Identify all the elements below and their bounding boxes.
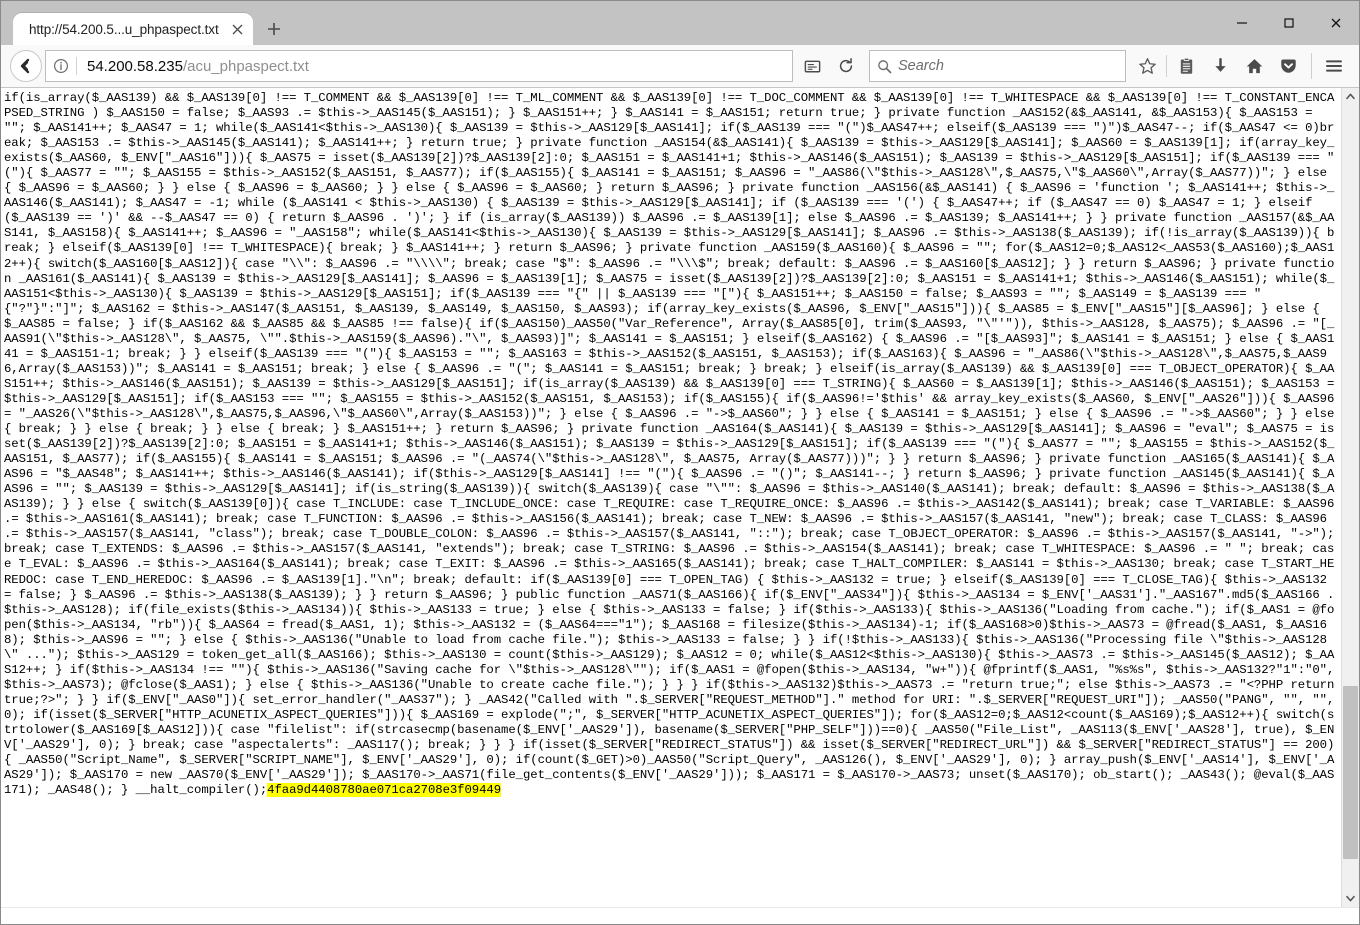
close-tab-icon[interactable] <box>229 20 247 38</box>
maximize-icon[interactable] <box>1265 1 1312 45</box>
url-path: /acu_phpaspect.txt <box>182 57 309 75</box>
back-arrow-icon <box>10 50 42 82</box>
content-area: if(is_array($_AAS139) && $_AAS139[0] !==… <box>1 88 1359 907</box>
toolbar-buttons <box>1130 49 1351 83</box>
home-icon[interactable] <box>1237 49 1271 83</box>
window-controls <box>1218 1 1359 45</box>
search-input[interactable]: Search <box>898 58 944 74</box>
tab-bar: http://54.200.5...u_phpaspect.txt <box>1 1 1359 45</box>
plain-text-viewport: if(is_array($_AAS139) && $_AAS139[0] !==… <box>1 88 1341 907</box>
url-bar[interactable]: 54.200.58.235/acu_phpaspect.txt <box>45 50 793 82</box>
downloads-icon[interactable] <box>1203 49 1237 83</box>
toolbar-divider <box>1166 55 1167 77</box>
info-icon[interactable] <box>46 58 76 74</box>
url-host: 54.200.58.235 <box>87 57 183 75</box>
navigation-toolbar: 54.200.58.235/acu_phpaspect.txt Search <box>1 45 1359 88</box>
library-icon[interactable] <box>1169 49 1203 83</box>
scrollbar-track[interactable] <box>1342 105 1359 890</box>
minimize-icon[interactable] <box>1218 1 1265 45</box>
reader-view-button[interactable] <box>795 49 829 83</box>
browser-window: http://54.200.5...u_phpaspect.txt 54.200… <box>0 0 1360 925</box>
tab-title: http://54.200.5...u_phpaspect.txt <box>29 21 219 37</box>
menu-divider <box>1311 53 1312 79</box>
scrollbar-thumb[interactable] <box>1343 685 1358 859</box>
file-text-content: if(is_array($_AAS139) && $_AAS139[0] !==… <box>4 91 1337 798</box>
reload-button[interactable] <box>829 49 863 83</box>
hamburger-menu-icon[interactable] <box>1317 49 1351 83</box>
pocket-icon[interactable] <box>1271 49 1305 83</box>
status-bar <box>1 907 1359 924</box>
bookmark-star-icon[interactable] <box>1130 49 1164 83</box>
search-bar[interactable]: Search <box>869 50 1126 82</box>
browser-tab[interactable]: http://54.200.5...u_phpaspect.txt <box>13 13 253 45</box>
url-text: 54.200.58.235/acu_phpaspect.txt <box>77 58 792 75</box>
file-text-body: if(is_array($_AAS139) && $_AAS139[0] !==… <box>4 91 1341 798</box>
close-window-icon[interactable] <box>1312 1 1359 45</box>
vertical-scrollbar[interactable] <box>1341 88 1359 907</box>
back-button[interactable] <box>9 49 43 83</box>
scroll-up-arrow-icon[interactable] <box>1342 88 1359 105</box>
scroll-down-arrow-icon[interactable] <box>1342 890 1359 907</box>
new-tab-button[interactable] <box>257 13 291 45</box>
highlighted-hash: 4faa9d4408780ae071ca2708e3f09449 <box>267 783 502 798</box>
search-icon <box>870 59 898 74</box>
